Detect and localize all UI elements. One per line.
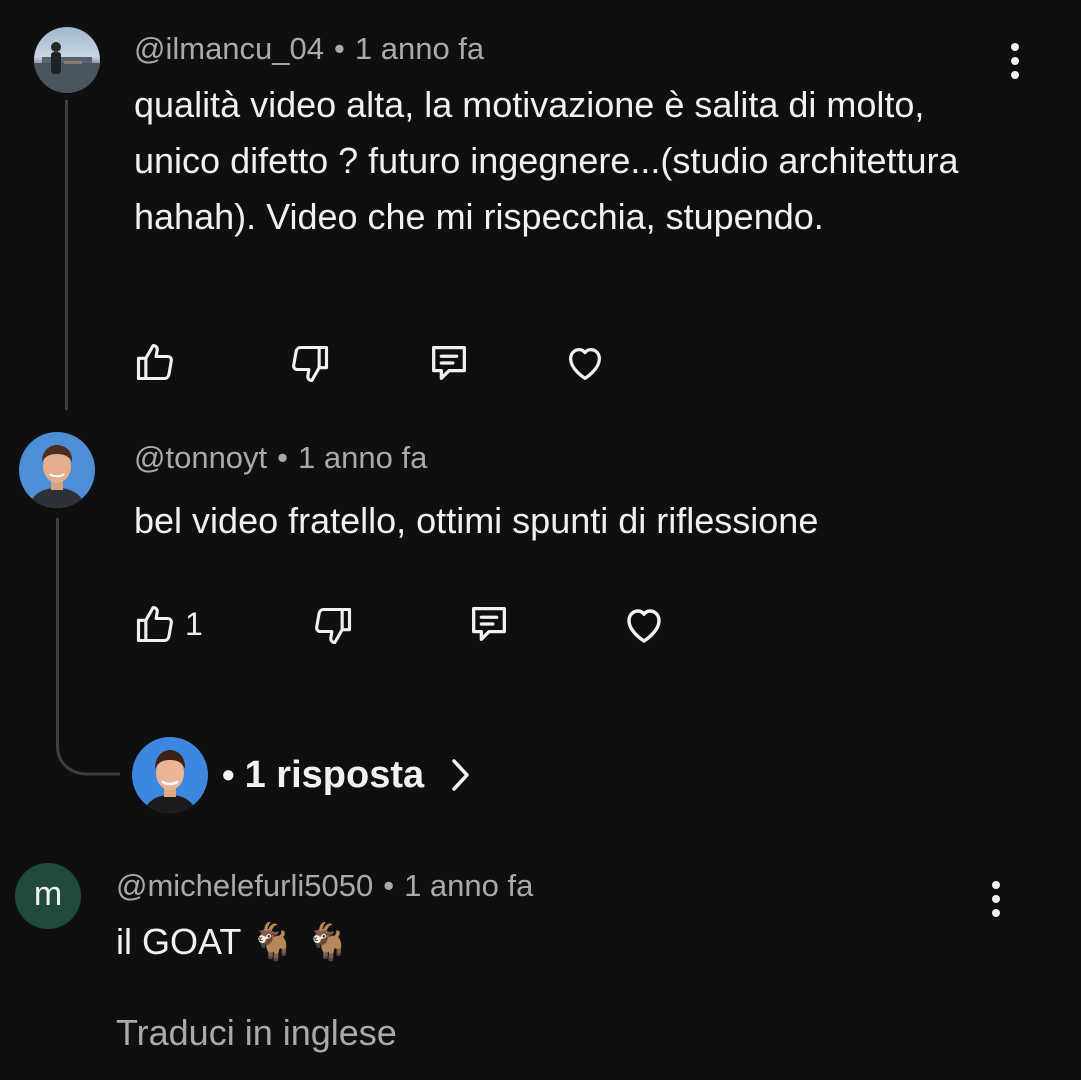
comment-1-time: 1 anno fa — [354, 31, 485, 66]
reply-avatar — [132, 737, 208, 813]
heart-icon — [568, 347, 602, 380]
avatar-ilmancu[interactable] — [34, 27, 100, 93]
comment-1-text: qualità video alta, la motivazione è sal… — [134, 84, 959, 237]
translate-link[interactable]: Traduci in inglese — [116, 1012, 397, 1054]
meta-separator: • — [277, 440, 289, 475]
comment-3-meta: @michelefurli5050 • 1 anno fa — [116, 868, 533, 904]
comment-2-text: bel video fratello, ottimi spunti di rif… — [134, 500, 819, 541]
comment-1-meta: @ilmancu_04 • 1 anno fa — [134, 31, 484, 67]
comment-2-heart-button[interactable] — [619, 601, 669, 649]
heart-icon — [627, 609, 661, 643]
avatar-michelefurli[interactable]: m — [15, 863, 81, 929]
comment-2-like-count: 1 — [185, 605, 203, 642]
comment-2-author[interactable]: @tonnoyt — [134, 440, 267, 475]
comment-1-heart-button[interactable] — [561, 340, 609, 386]
like-icon — [136, 343, 173, 381]
comment-1-dislike-button[interactable] — [288, 341, 332, 387]
meta-separator: • — [383, 868, 395, 903]
comment-2-reply-button[interactable] — [465, 601, 513, 647]
comment-3-time: 1 anno fa — [404, 868, 534, 903]
comment-1-more-button[interactable] — [1005, 43, 1025, 79]
reply-icon — [432, 346, 466, 380]
more-vert-icon — [1011, 43, 1019, 51]
avatar-letter: m — [33, 874, 63, 913]
dislike-icon — [292, 345, 329, 383]
replies-label: 1 risposta — [244, 753, 425, 796]
reply-icon — [472, 607, 506, 641]
replies-bullet: • — [222, 754, 235, 795]
comment-3-text: il GOAT 🐐 🐐 — [116, 921, 351, 962]
comment-3-more-button[interactable] — [986, 881, 1006, 917]
comment-1-author[interactable]: @ilmancu_04 — [134, 31, 324, 66]
comment-3-author[interactable]: @michelefurli5050 — [116, 868, 373, 903]
chevron-right-icon — [452, 759, 469, 791]
comment-2-time: 1 anno fa — [298, 440, 428, 475]
like-icon — [136, 605, 173, 643]
comment-2-meta: @tonnoyt • 1 anno fa — [134, 440, 427, 476]
comment-2-dislike-button[interactable] — [311, 603, 355, 649]
comment-1-reply-button[interactable] — [425, 340, 473, 386]
thread-line-2 — [56, 518, 59, 733]
avatar-tonnoyt[interactable] — [19, 432, 95, 508]
meta-separator: • — [334, 31, 345, 66]
thread-line-1 — [65, 100, 68, 410]
comment-1-like-button[interactable] — [133, 339, 185, 385]
replies-row[interactable]: • 1 risposta — [132, 736, 470, 814]
more-vert-icon — [992, 881, 1000, 889]
thread-connector — [56, 728, 120, 776]
dislike-icon — [315, 607, 352, 645]
comment-2-like-button[interactable]: 1 — [133, 601, 203, 647]
